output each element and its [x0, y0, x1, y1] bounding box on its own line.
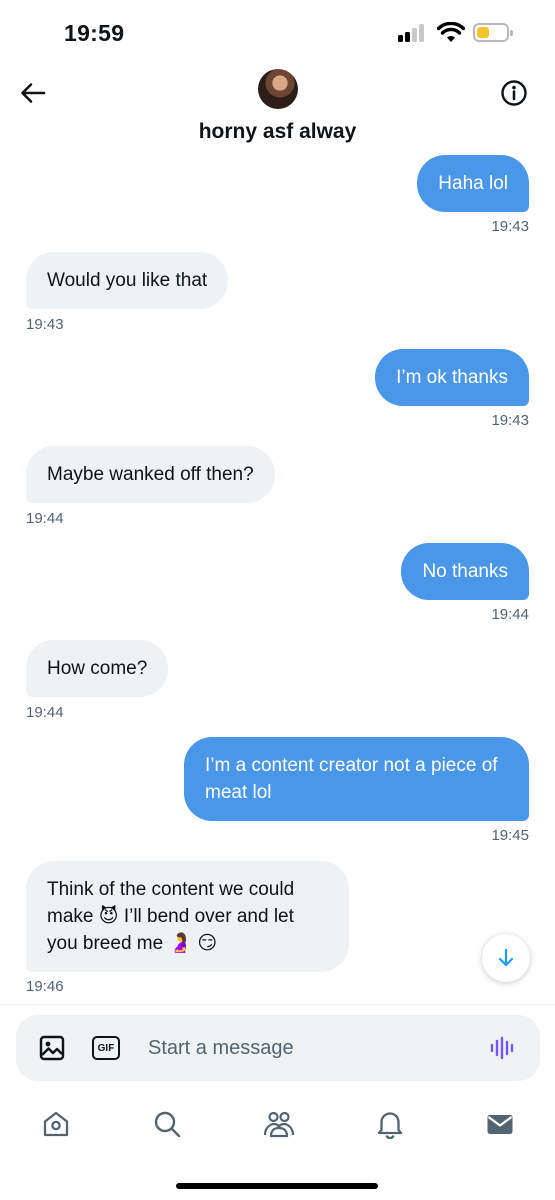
search-icon	[154, 1111, 181, 1138]
message-bubble-incoming[interactable]: Think of the content we could make 😈 I’l…	[26, 861, 349, 972]
arrow-down-icon	[498, 948, 514, 967]
mail-icon	[487, 1115, 513, 1134]
battery-icon	[473, 23, 513, 42]
message-timestamp: 19:44	[26, 704, 64, 721]
scroll-to-bottom-button[interactable]	[482, 934, 530, 982]
message-bubble-incoming[interactable]: How come?	[26, 640, 169, 697]
add-media-button[interactable]	[36, 1032, 68, 1064]
info-button[interactable]	[497, 76, 531, 110]
home-indicator[interactable]	[176, 1183, 378, 1189]
message-bubble-outgoing[interactable]: I’m a content creator not a piece of mea…	[184, 737, 529, 821]
message-composer: GIF	[16, 1015, 540, 1081]
arrow-left-icon	[21, 83, 46, 103]
message-bubble-incoming[interactable]: Maybe wanked off then?	[26, 446, 275, 503]
message-timestamp: 19:44	[26, 510, 64, 527]
message-bubble-outgoing[interactable]: I’m ok thanks	[375, 349, 529, 406]
gif-button[interactable]: GIF	[92, 1036, 120, 1060]
back-button[interactable]	[16, 76, 50, 110]
message-thread[interactable]: Haha lol 19:43 Would you like that 19:43…	[0, 150, 555, 1004]
communities-icon	[263, 1111, 295, 1138]
message-input[interactable]	[148, 1027, 468, 1069]
info-icon	[501, 80, 527, 106]
message-bubble-outgoing[interactable]: Haha lol	[417, 155, 529, 212]
wifi-icon	[436, 21, 466, 44]
message-timestamp: 19:45	[491, 827, 529, 844]
voice-waveform-icon	[490, 1036, 514, 1060]
tab-communities[interactable]	[261, 1106, 297, 1142]
message-timestamp: 19:43	[26, 316, 64, 333]
tab-messages[interactable]	[482, 1106, 518, 1142]
status-time: 19:59	[64, 20, 125, 46]
bottom-tab-bar	[0, 1098, 555, 1158]
avatar[interactable]	[258, 69, 298, 109]
conversation-title[interactable]: horny asf alway	[0, 120, 555, 144]
voice-message-button[interactable]	[488, 1034, 518, 1062]
message-timestamp: 19:43	[491, 218, 529, 235]
message-timestamp: 19:44	[491, 606, 529, 623]
message-timestamp: 19:46	[26, 978, 64, 995]
tab-notifications[interactable]	[372, 1106, 408, 1142]
conversation-header: horny asf alway	[0, 66, 555, 158]
message-timestamp: 19:43	[491, 412, 529, 429]
bell-icon	[377, 1112, 403, 1139]
home-icon	[43, 1111, 69, 1137]
message-bubble-outgoing[interactable]: No thanks	[401, 543, 529, 600]
image-icon	[39, 1035, 65, 1061]
composer-divider	[0, 1004, 555, 1005]
message-bubble-incoming[interactable]: Would you like that	[26, 252, 229, 309]
status-bar: 19:59	[0, 0, 555, 66]
cellular-signal-icon	[398, 24, 428, 42]
tab-search[interactable]	[149, 1106, 185, 1142]
tab-home[interactable]	[38, 1106, 74, 1142]
